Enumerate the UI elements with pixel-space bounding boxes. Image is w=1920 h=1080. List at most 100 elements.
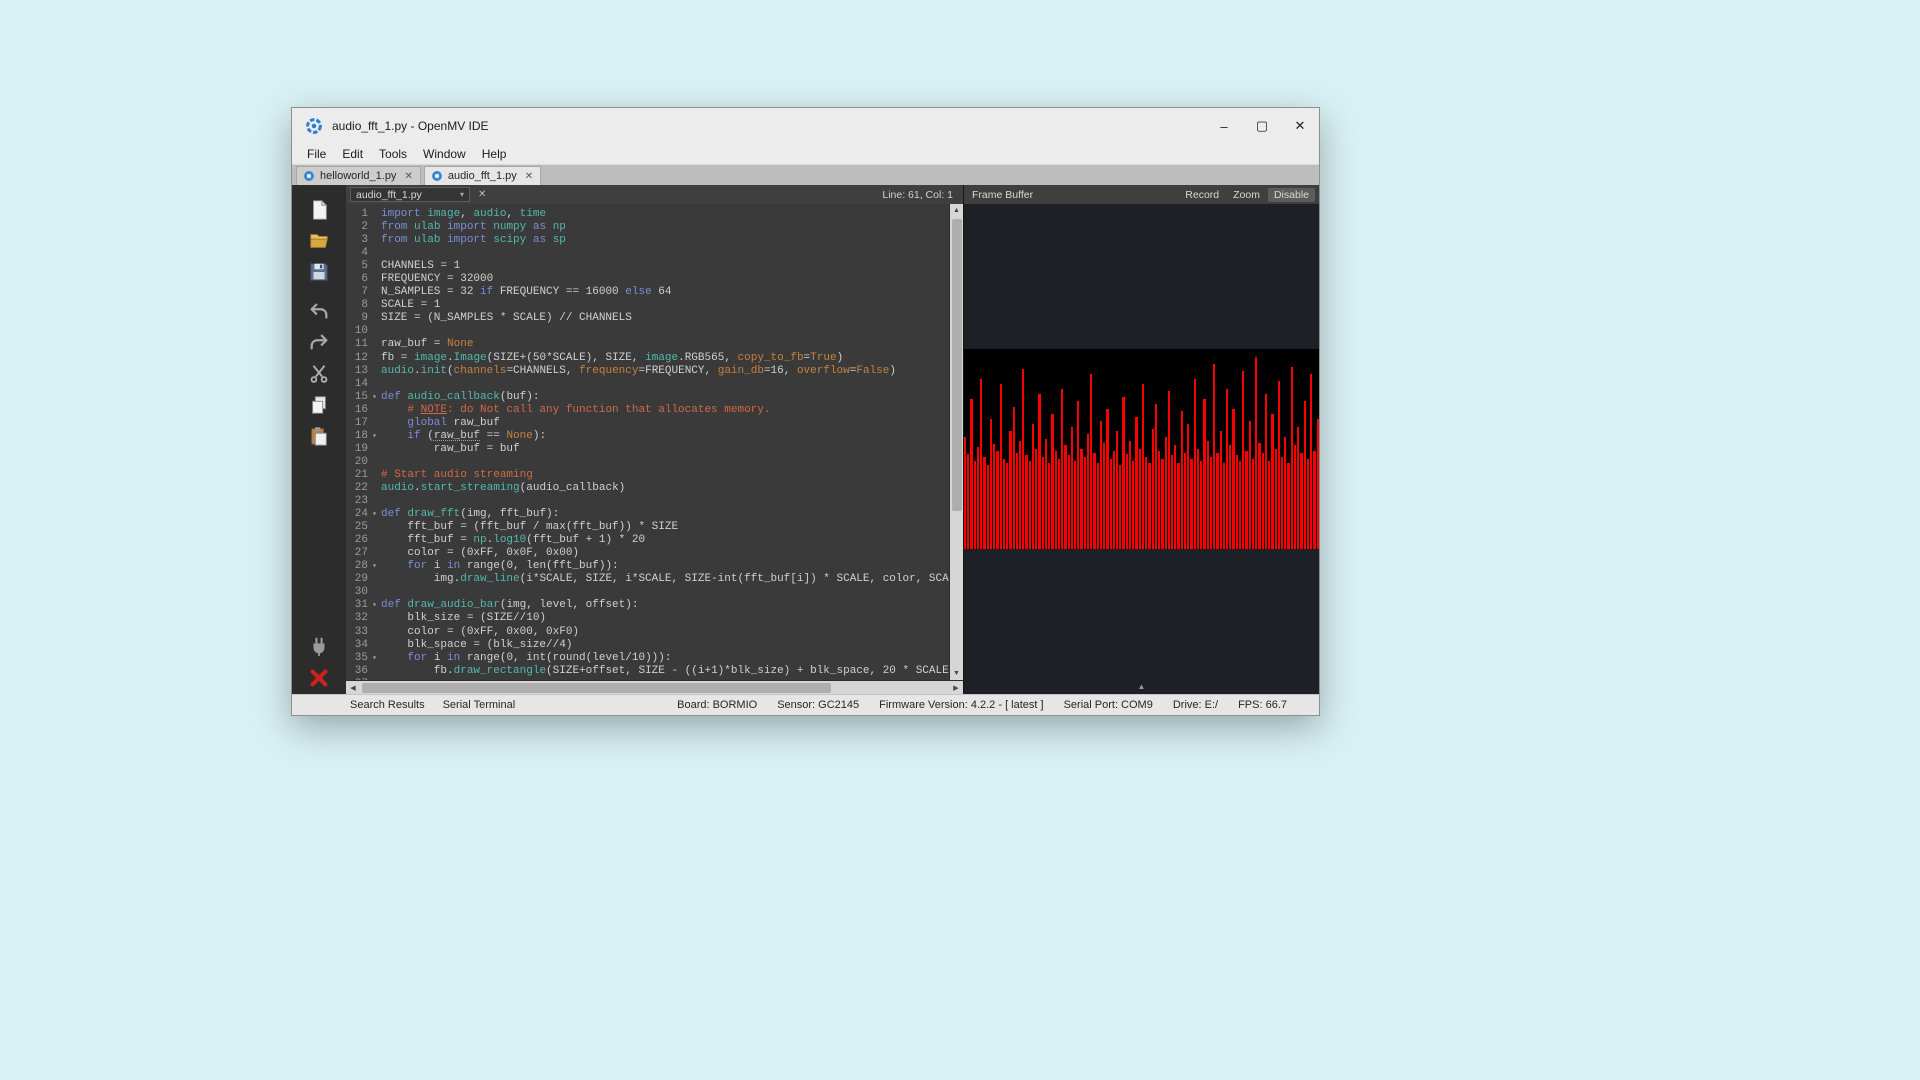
code-line[interactable]: 20	[346, 456, 949, 469]
horizontal-scrollbar[interactable]: ◀ ▶	[346, 680, 963, 694]
code-line[interactable]: 23	[346, 495, 949, 508]
fold-spacer	[368, 586, 381, 599]
code-line[interactable]: 13audio.init(channels=CHANNELS, frequenc…	[346, 365, 949, 378]
code-line[interactable]: 21# Start audio streaming	[346, 469, 949, 482]
save-file-button[interactable]	[307, 260, 331, 284]
cut-button[interactable]	[307, 362, 331, 386]
fold-spacer	[368, 521, 381, 534]
serial-terminal-tab[interactable]: Serial Terminal	[443, 699, 516, 711]
close-button[interactable]: ✕	[1281, 108, 1319, 144]
record-button[interactable]: Record	[1179, 188, 1225, 202]
disable-button[interactable]: Disable	[1268, 188, 1315, 202]
fft-bar	[1317, 419, 1319, 549]
fold-arrow-icon[interactable]: ▾	[368, 652, 381, 665]
collapse-arrow-icon[interactable]: ▲	[1138, 682, 1146, 691]
code-token: def	[381, 599, 401, 611]
code-line[interactable]: 30	[346, 586, 949, 599]
fft-bar	[1265, 394, 1267, 549]
tab-audio-fft-1-py[interactable]: audio_fft_1.py✕	[424, 166, 541, 185]
code-token: (img, level, offset):	[500, 599, 639, 611]
scroll-left-icon[interactable]: ◀	[346, 684, 360, 692]
tab-close-icon[interactable]: ✕	[525, 171, 533, 182]
copy-button[interactable]	[307, 393, 331, 417]
code-line[interactable]: 5CHANNELS = 1	[346, 260, 949, 273]
code-line[interactable]: 1import image, audio, time	[346, 208, 949, 221]
menu-edit[interactable]: Edit	[334, 146, 371, 162]
horizontal-scrollbar-thumb[interactable]	[362, 683, 831, 693]
code-line[interactable]: 24▾def draw_fft(img, fft_buf):	[346, 508, 949, 521]
code-token: ):	[533, 430, 546, 442]
code-line[interactable]: 14	[346, 378, 949, 391]
code-line[interactable]: 36 fb.draw_rectangle(SIZE+offset, SIZE -…	[346, 665, 949, 678]
fold-arrow-icon[interactable]: ▾	[368, 508, 381, 521]
zoom-button[interactable]: Zoom	[1227, 188, 1266, 202]
code-token: as	[533, 234, 546, 246]
code-line[interactable]: 29 img.draw_line(i*SCALE, SIZE, i*SCALE,…	[346, 573, 949, 586]
window-title: audio_fft_1.py - OpenMV IDE	[332, 119, 1205, 133]
code-line[interactable]: 34 blk_space = (blk_size//4)	[346, 639, 949, 652]
maximize-button[interactable]: ▢	[1243, 108, 1281, 144]
code-editor[interactable]: 1import image, audio, time2from ulab imp…	[346, 204, 963, 680]
code-line[interactable]: 22audio.start_streaming(audio_callback)	[346, 482, 949, 495]
code-line[interactable]: 6FREQUENCY = 32000	[346, 273, 949, 286]
document-selector[interactable]: audio_fft_1.py ▾	[350, 187, 470, 202]
vertical-scrollbar[interactable]: ▲ ▼	[949, 204, 963, 680]
fold-arrow-icon[interactable]: ▾	[368, 391, 381, 404]
menu-tools[interactable]: Tools	[371, 146, 415, 162]
code-line[interactable]: 35▾ for i in range(0, int(round(level/10…	[346, 652, 949, 665]
menu-help[interactable]: Help	[474, 146, 515, 162]
tab-helloworld-1-py[interactable]: helloworld_1.py✕	[296, 166, 421, 185]
code-line[interactable]: 3from ulab import scipy as sp	[346, 234, 949, 247]
disconnect-button[interactable]	[307, 666, 331, 690]
fold-arrow-icon[interactable]: ▾	[368, 560, 381, 573]
code-line[interactable]: 27 color = (0xFF, 0x0F, 0x00)	[346, 547, 949, 560]
line-number: 33	[346, 626, 368, 639]
redo-button[interactable]	[307, 331, 331, 355]
code-line[interactable]: 4	[346, 247, 949, 260]
status-bar-left: Search Results Serial Terminal	[350, 699, 515, 711]
code-line[interactable]: 26 fft_buf = np.log10(fft_buf + 1) * 20	[346, 534, 949, 547]
code-line[interactable]: 16 # NOTE: do Not call any function that…	[346, 404, 949, 417]
scroll-right-icon[interactable]: ▶	[949, 684, 963, 692]
fft-bar	[1313, 451, 1315, 549]
code-line[interactable]: 28▾ for i in range(0, len(fft_buf)):	[346, 560, 949, 573]
code-line[interactable]: 25 fft_buf = (fft_buf / max(fft_buf)) * …	[346, 521, 949, 534]
scroll-up-icon[interactable]: ▲	[950, 204, 963, 217]
new-file-button[interactable]	[307, 198, 331, 222]
open-file-button[interactable]	[307, 229, 331, 253]
search-results-tab[interactable]: Search Results	[350, 699, 425, 711]
code-line[interactable]: 8SCALE = 1	[346, 299, 949, 312]
fold-arrow-icon[interactable]: ▾	[368, 430, 381, 443]
code-line[interactable]: 7N_SAMPLES = 32 if FREQUENCY == 16000 el…	[346, 286, 949, 299]
undo-button[interactable]	[307, 300, 331, 324]
fft-bar	[1061, 389, 1063, 549]
menu-file[interactable]: File	[299, 146, 334, 162]
document-close-button[interactable]: ✕	[474, 189, 490, 200]
code-line[interactable]: 19 raw_buf = buf	[346, 443, 949, 456]
title-bar[interactable]: audio_fft_1.py - OpenMV IDE – ▢ ✕	[292, 108, 1319, 144]
connect-button[interactable]	[307, 635, 331, 659]
code-line[interactable]: 33 color = (0xFF, 0x00, 0xF0)	[346, 626, 949, 639]
code-line[interactable]: 12fb = image.Image(SIZE+(50*SCALE), SIZE…	[346, 352, 949, 365]
fft-bar	[1025, 455, 1027, 549]
code-line[interactable]: 9SIZE = (N_SAMPLES * SCALE) // CHANNELS	[346, 312, 949, 325]
code-line[interactable]: 32 blk_size = (SIZE//10)	[346, 612, 949, 625]
code-line[interactable]: 2from ulab import numpy as np	[346, 221, 949, 234]
code-line[interactable]: 31▾def draw_audio_bar(img, level, offset…	[346, 599, 949, 612]
code-line[interactable]: 18▾ if (raw_buf == None):	[346, 430, 949, 443]
minimize-button[interactable]: –	[1205, 108, 1243, 144]
paste-button[interactable]	[307, 424, 331, 448]
code-token: if	[407, 430, 420, 442]
code-line[interactable]: 15▾def audio_callback(buf):	[346, 391, 949, 404]
vertical-scrollbar-thumb[interactable]	[952, 219, 962, 511]
code-area[interactable]: 1import image, audio, time2from ulab imp…	[346, 204, 949, 680]
scroll-down-icon[interactable]: ▼	[950, 667, 963, 680]
fft-bar	[964, 437, 966, 549]
code-line[interactable]: 11raw_buf = None	[346, 338, 949, 351]
menu-window[interactable]: Window	[415, 146, 474, 162]
tab-close-icon[interactable]: ✕	[404, 171, 412, 182]
fold-spacer	[368, 547, 381, 560]
code-line[interactable]: 17 global raw_buf	[346, 417, 949, 430]
fold-arrow-icon[interactable]: ▾	[368, 599, 381, 612]
code-line[interactable]: 10	[346, 325, 949, 338]
